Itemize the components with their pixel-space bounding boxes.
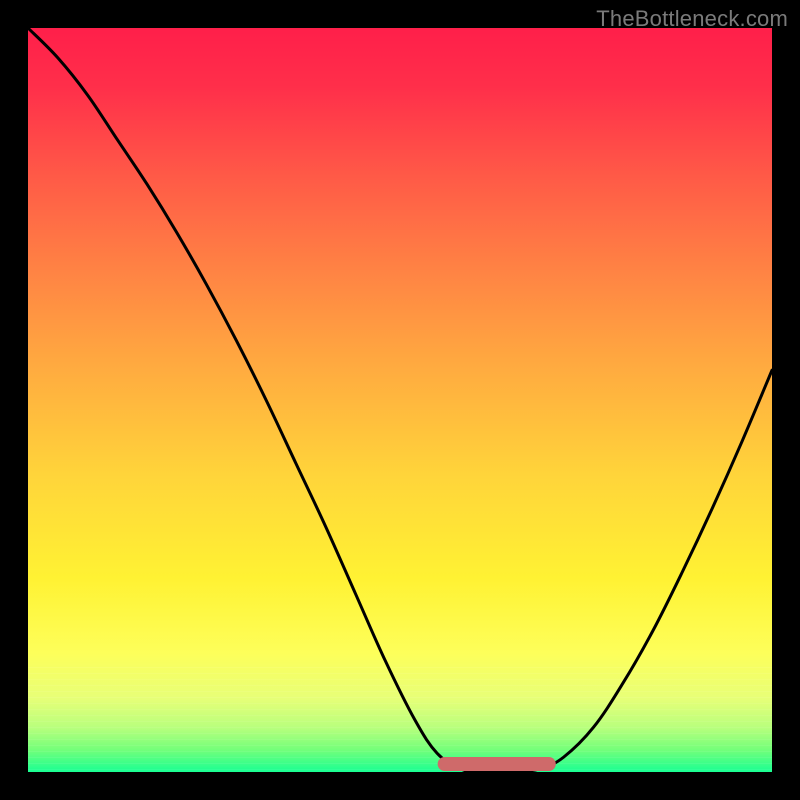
plot-area bbox=[28, 28, 772, 772]
chart-frame: TheBottleneck.com bbox=[0, 0, 800, 800]
curve-svg bbox=[28, 28, 772, 772]
watermark-text: TheBottleneck.com bbox=[596, 6, 788, 32]
bottleneck-curve bbox=[28, 28, 772, 772]
